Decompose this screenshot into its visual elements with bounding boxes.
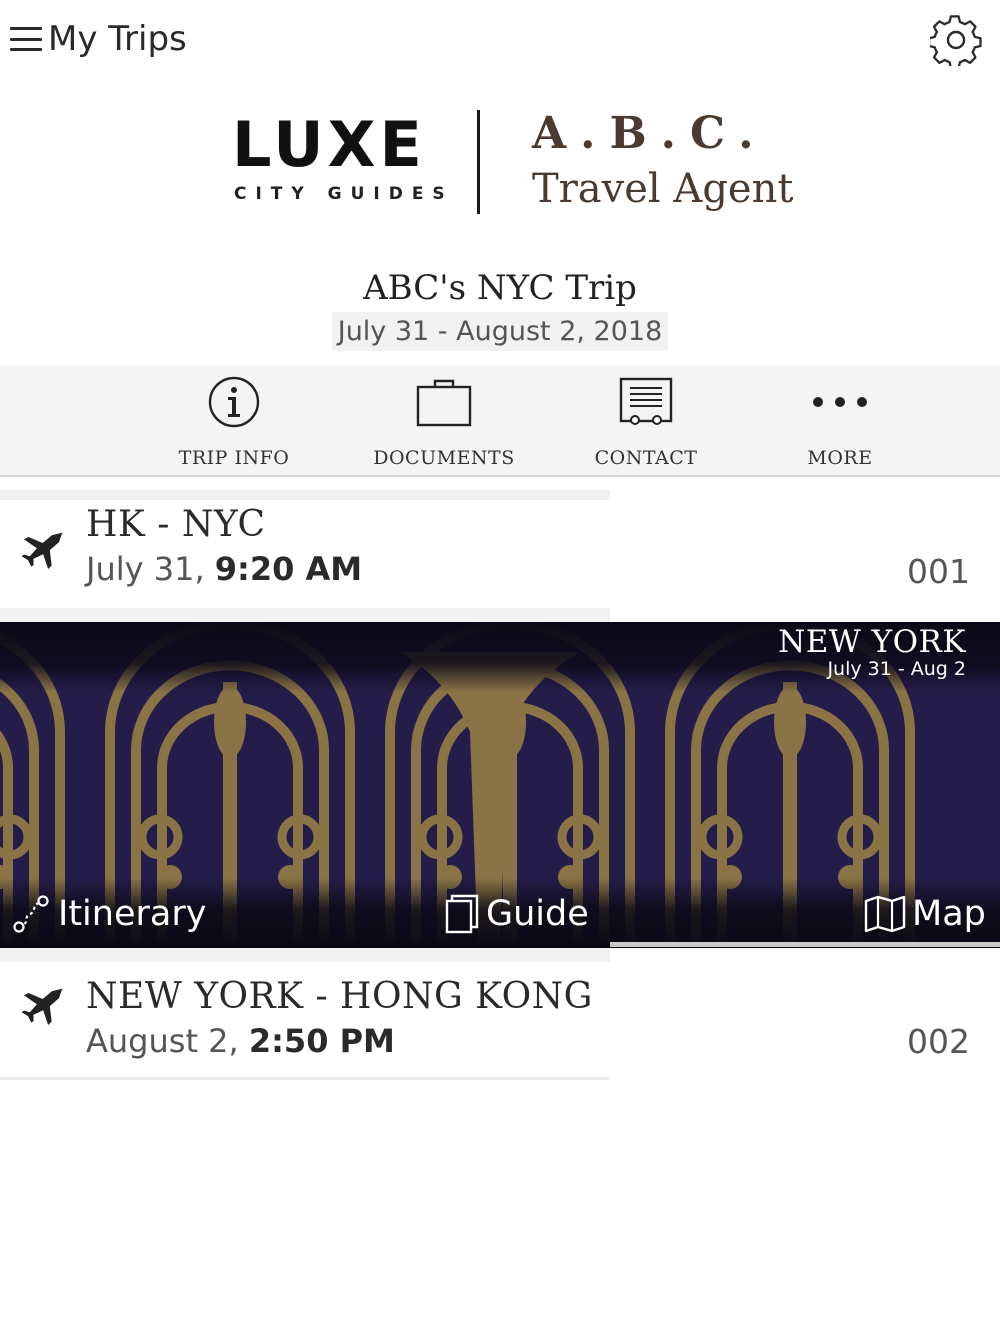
trip-action-bar: TRIP INFO DOCUMENTS CONTACT MORE <box>0 365 1000 477</box>
top-bar: My Trips <box>0 0 1000 80</box>
hamburger-menu-icon[interactable] <box>10 27 42 51</box>
luxe-logo: LUXE <box>232 108 426 181</box>
trip-info-button[interactable]: TRIP INFO <box>164 365 304 477</box>
map-icon <box>864 895 906 933</box>
logo-divider <box>477 110 480 214</box>
city-name: NEW YORK <box>778 624 966 660</box>
documents-label: DOCUMENTS <box>373 447 515 469</box>
agent-logo: A.B.C. <box>532 108 768 159</box>
plane-icon <box>21 988 63 1026</box>
banner-divider <box>610 942 1000 947</box>
city-dates: July 31 - Aug 2 <box>827 658 966 680</box>
bud-ornament <box>774 686 806 758</box>
flight-row-outbound[interactable]: HK - NYC July 31, 9:20 AM 001 <box>0 490 1000 608</box>
trip-info-label: TRIP INFO <box>178 447 290 469</box>
contact-card-icon <box>619 377 673 425</box>
my-trips-menu-button[interactable]: My Trips <box>10 14 187 64</box>
brand-logos: LUXE CITY GUIDES A.B.C. Travel Agent <box>0 100 1000 230</box>
more-label: MORE <box>807 447 873 469</box>
flight-code: 001 <box>907 552 970 591</box>
trip-title: ABC's NYC Trip <box>363 268 637 308</box>
contact-label: CONTACT <box>594 447 698 469</box>
flight-row-return[interactable]: NEW YORK - HONG KONG August 2, 2:50 PM 0… <box>0 962 1000 1080</box>
agent-logo-subtitle: Travel Agent <box>532 166 794 212</box>
trip-dates: July 31 - August 2, 2018 <box>331 312 669 351</box>
book-icon <box>445 894 479 934</box>
flight-datetime: August 2, 2:50 PM <box>86 1022 395 1060</box>
gear-icon[interactable] <box>930 14 982 66</box>
flight-datetime: July 31, 9:20 AM <box>86 550 362 588</box>
flight-code: 002 <box>907 1022 970 1061</box>
flight-time: 9:20 AM <box>214 550 363 588</box>
flight-date: August 2, <box>86 1022 249 1060</box>
documents-button[interactable]: DOCUMENTS <box>364 365 524 477</box>
row-separator <box>0 608 610 622</box>
row-separator <box>0 490 610 500</box>
flight-route: HK - NYC <box>86 504 266 545</box>
flight-time: 2:50 PM <box>248 1022 395 1060</box>
contact-button[interactable]: CONTACT <box>576 365 716 477</box>
flight-date: July 31, <box>86 550 215 588</box>
more-dots-icon <box>813 397 867 407</box>
map-button[interactable]: Map <box>864 892 986 936</box>
trip-dates-wrap: July 31 - August 2, 2018 <box>0 312 1000 351</box>
itinerary-label: Itinerary <box>58 894 207 934</box>
guide-button[interactable]: Guide <box>444 892 589 936</box>
row-separator <box>0 948 610 962</box>
page-title: My Trips <box>48 19 187 59</box>
row-separator <box>0 1077 610 1080</box>
more-button[interactable]: MORE <box>780 365 900 477</box>
briefcase-icon <box>416 379 472 427</box>
luxe-logo-subtitle: CITY GUIDES <box>234 184 454 204</box>
guide-label: Guide <box>486 894 589 934</box>
route-icon <box>13 895 49 933</box>
map-label: Map <box>912 894 986 934</box>
plane-icon <box>21 532 63 570</box>
info-icon <box>208 376 260 428</box>
flight-route: NEW YORK - HONG KONG <box>86 976 593 1017</box>
city-guide-banner[interactable]: NEW YORK July 31 - Aug 2 Itinerary Guide… <box>0 622 1000 948</box>
itinerary-button[interactable]: Itinerary <box>12 892 206 936</box>
bud-ornament <box>214 686 246 758</box>
